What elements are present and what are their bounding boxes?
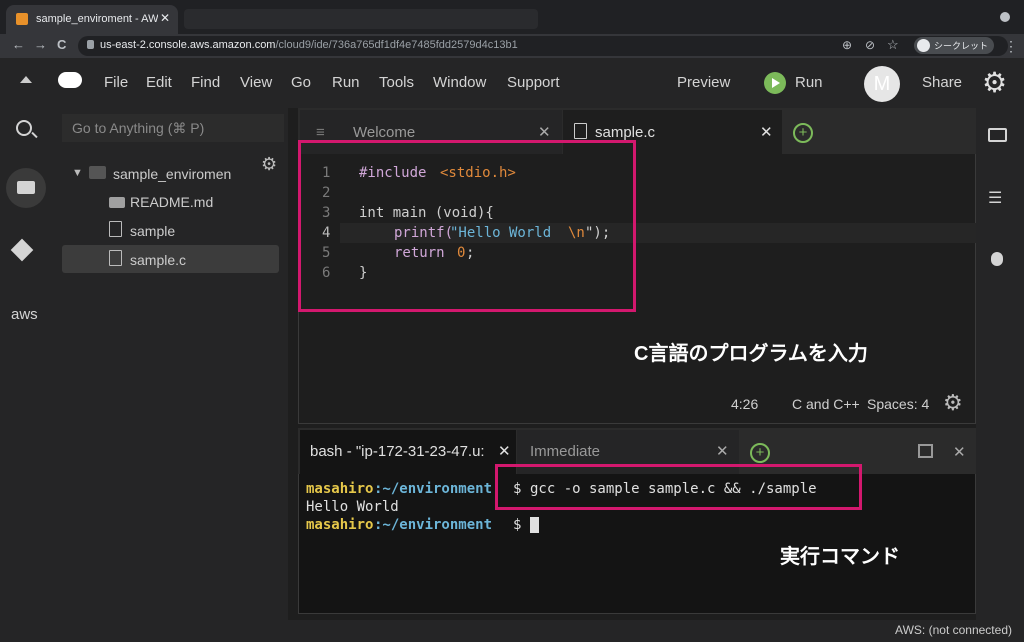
settings-gear-icon[interactable]: ⚙ — [982, 66, 1007, 99]
folder-icon — [17, 181, 35, 194]
incognito-label: シークレット — [934, 41, 989, 51]
incognito-badge[interactable]: シークレット — [914, 37, 994, 54]
browser-tab-blank[interactable] — [184, 9, 538, 29]
tab-welcome-label: Welcome — [353, 124, 416, 141]
editor-settings-gear-icon[interactable]: ⚙ — [943, 390, 963, 416]
menu-window[interactable]: Window — [433, 74, 486, 91]
menu-run[interactable]: Run — [332, 74, 360, 91]
tree-file-sample-c[interactable]: sample.c — [130, 252, 186, 268]
indent-setting[interactable]: Spaces: 4 — [867, 396, 929, 412]
forward-icon[interactable]: → — [34, 37, 47, 52]
reload-icon[interactable]: C — [57, 37, 66, 52]
url-field[interactable]: us-east-2.console.aws.amazon.com/cloud9/… — [78, 36, 1008, 56]
browser-more-icon[interactable]: ⋮ — [1004, 38, 1018, 55]
close-icon[interactable]: ✕ — [538, 123, 551, 141]
collaborate-icon[interactable] — [988, 128, 1007, 142]
close-icon[interactable]: ✕ — [716, 442, 729, 460]
annotation-code-input: C言語のプログラムを入力 — [634, 343, 868, 365]
close-icon[interactable]: ✕ — [760, 123, 773, 141]
menu-edit[interactable]: Edit — [146, 74, 172, 91]
share-button[interactable]: Share — [922, 74, 962, 91]
chevron-down-icon[interactable]: ▼ — [72, 167, 83, 179]
menu-lines-icon[interactable]: ≡ — [316, 124, 325, 141]
new-terminal-plus-icon[interactable]: + — [750, 443, 770, 463]
menu-find[interactable]: Find — [191, 74, 220, 91]
environment-files-button[interactable] — [6, 168, 46, 208]
menu-file[interactable]: File — [104, 74, 128, 91]
file-tree-panel — [52, 108, 288, 620]
url-host: us-east-2.console.aws.amazon.com — [100, 39, 276, 51]
terminal-output: Hello World — [306, 499, 399, 515]
menu-view[interactable]: View — [240, 74, 272, 91]
goto-anything-input[interactable]: Go to Anything (⌘ P) — [62, 114, 284, 142]
prompt-path: :~/environment — [374, 517, 493, 533]
aws-favicon-icon — [16, 13, 28, 25]
browser-tab-title: sample_enviroment - AWS Clo — [36, 13, 158, 25]
preview-button[interactable]: Preview — [677, 74, 730, 91]
lock-icon — [87, 40, 94, 49]
run-button-label[interactable]: Run — [795, 74, 823, 91]
menu-tools[interactable]: Tools — [379, 74, 414, 91]
file-icon — [109, 221, 122, 237]
close-tab-icon[interactable]: ✕ — [160, 11, 170, 25]
incognito-icon — [917, 39, 930, 52]
back-icon[interactable]: ← — [12, 37, 25, 52]
code-highlight-box — [298, 140, 636, 312]
tree-settings-gear-icon[interactable]: ⚙ — [261, 154, 277, 175]
prompt-symbol: $ — [513, 517, 522, 533]
tab-bash-label: bash - "ip-172-31-23-47.u: — [310, 443, 485, 460]
cursor-position[interactable]: 4:26 — [731, 396, 758, 412]
tab-bash[interactable]: bash - "ip-172-31-23-47.u: ✕ — [300, 430, 516, 474]
aws-connection-status[interactable]: AWS: (not connected) — [895, 623, 1012, 637]
language-mode[interactable]: C and C++ — [792, 396, 860, 412]
command-highlight-box — [495, 464, 862, 510]
terminal-cursor — [530, 517, 539, 533]
tab-immediate-label: Immediate — [530, 443, 601, 460]
run-play-icon[interactable] — [764, 72, 786, 94]
new-tab-plus-icon[interactable]: + — [793, 123, 813, 143]
tree-file-readme[interactable]: README.md — [130, 194, 213, 210]
tracking-eye-icon[interactable]: ⊘ — [865, 38, 875, 52]
tree-folder-root[interactable]: sample_enviromen — [113, 166, 231, 182]
file-icon — [574, 123, 587, 139]
avatar[interactable]: M — [864, 66, 900, 102]
tree-file-sample[interactable]: sample — [130, 223, 175, 239]
right-icon-bar — [976, 108, 1024, 620]
ide-status-footer: AWS: (not connected) — [0, 620, 1024, 642]
close-icon[interactable]: ✕ — [498, 442, 511, 460]
url-path: /cloud9/ide/736a765df1df4e7485fdd2579d4c… — [275, 39, 518, 51]
prompt-user: masahiro — [306, 517, 374, 533]
file-icon — [109, 250, 122, 266]
tab-sample-c-label: sample.c — [595, 124, 656, 141]
browser-menu-icon[interactable] — [1000, 12, 1010, 22]
prompt-user: masahiro — [306, 481, 374, 497]
close-panel-icon[interactable]: ✕ — [953, 443, 966, 461]
markdown-file-icon — [109, 197, 125, 208]
folder-icon — [89, 166, 106, 179]
menu-go[interactable]: Go — [291, 74, 311, 91]
aws-icon[interactable]: aws — [11, 306, 38, 323]
goto-placeholder: Go to Anything (⌘ P) — [72, 120, 205, 136]
bookmark-star-icon[interactable]: ☆ — [887, 37, 899, 53]
menu-support[interactable]: Support — [507, 74, 560, 91]
cloud9-logo-icon[interactable] — [58, 72, 82, 88]
outline-list-icon[interactable]: ☰ — [988, 188, 1002, 208]
zoom-icon[interactable]: ⊕ — [842, 38, 852, 52]
debugger-bug-icon[interactable] — [991, 252, 1003, 266]
browser-tab[interactable]: sample_enviroment - AWS Clo ✕ — [6, 5, 178, 34]
url-text: us-east-2.console.aws.amazon.com/cloud9/… — [100, 39, 518, 51]
search-icon[interactable] — [16, 120, 32, 136]
prompt-path: :~/environment — [374, 481, 493, 497]
collapse-menu-icon[interactable] — [20, 76, 32, 83]
maximize-icon[interactable] — [918, 444, 933, 458]
annotation-run-command: 実行コマンド — [780, 546, 900, 568]
